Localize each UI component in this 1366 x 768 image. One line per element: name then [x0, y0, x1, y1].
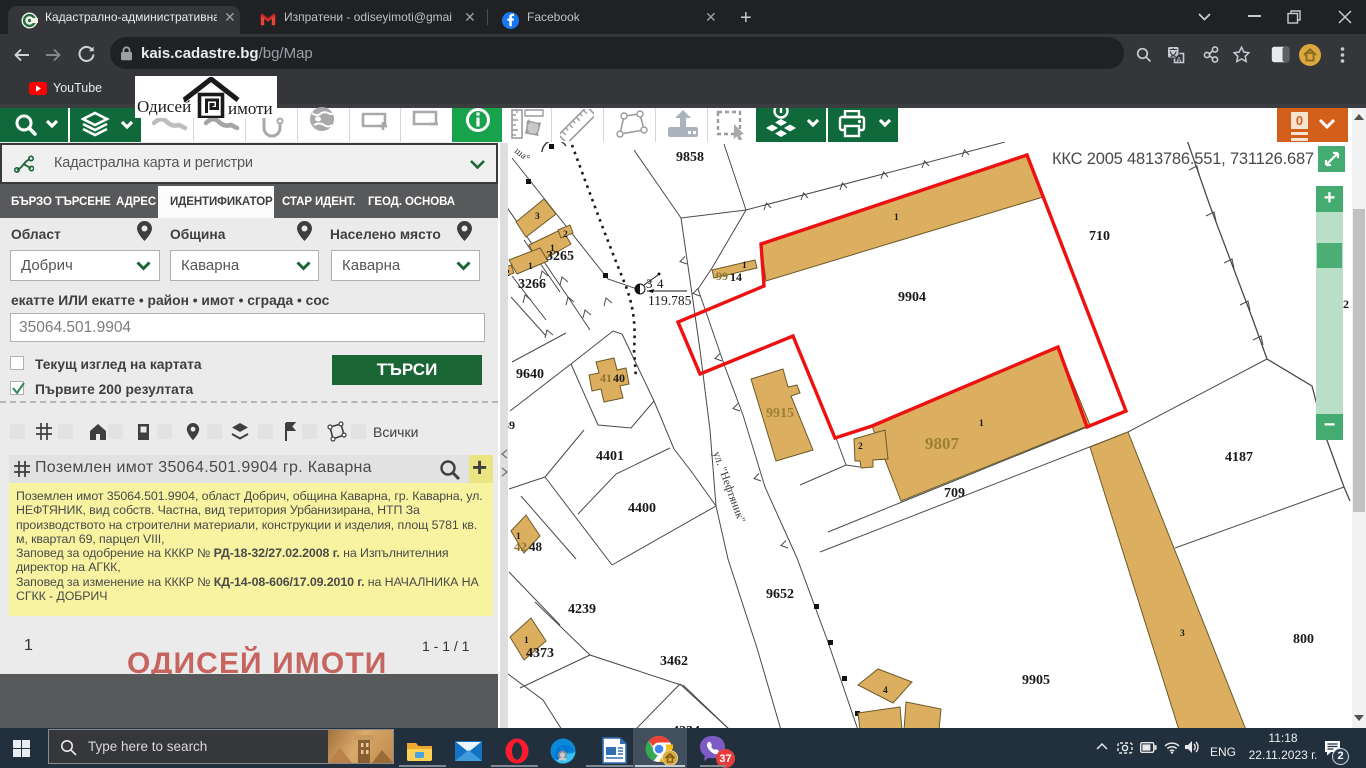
svg-text:3: 3: [535, 212, 540, 222]
svg-text:4187: 4187: [1225, 450, 1253, 465]
svg-text:3: 3: [646, 276, 653, 291]
svg-text:3266: 3266: [518, 277, 546, 292]
svg-text:2: 2: [563, 230, 568, 240]
svg-text:3: 3: [1180, 629, 1185, 639]
svg-text:4: 4: [657, 276, 664, 291]
svg-text:2: 2: [858, 442, 863, 452]
svg-text:41: 41: [600, 371, 612, 385]
svg-text:1: 1: [516, 532, 521, 542]
svg-text:1: 1: [528, 262, 533, 272]
svg-text:Всички: Всички: [373, 424, 418, 440]
svg-text:40: 40: [613, 371, 625, 385]
svg-text:4400: 4400: [628, 501, 656, 516]
svg-text:4: 4: [883, 686, 888, 696]
svg-text:9904: 9904: [898, 290, 926, 305]
svg-text:14: 14: [730, 270, 742, 284]
svg-text:ул. "Нефтяник": ул. "Нефтяник": [710, 450, 747, 525]
svg-text:9905: 9905: [1022, 673, 1050, 688]
svg-text:4373: 4373: [526, 646, 554, 661]
svg-text:99: 99: [716, 269, 728, 283]
svg-text:4401: 4401: [596, 449, 624, 464]
svg-text:4239: 4239: [568, 602, 596, 617]
svg-text:A: A: [1176, 55, 1181, 64]
svg-text:9640: 9640: [516, 367, 544, 382]
svg-text:3462: 3462: [660, 654, 688, 669]
svg-text:9915: 9915: [766, 406, 794, 421]
svg-text:9858: 9858: [676, 150, 704, 165]
svg-text:9807: 9807: [925, 434, 960, 453]
svg-text:48: 48: [529, 539, 543, 554]
svg-text:1: 1: [894, 213, 899, 223]
svg-text:710: 710: [1089, 229, 1110, 244]
svg-text:9652: 9652: [766, 587, 794, 602]
svg-text:1: 1: [742, 261, 747, 271]
svg-text:1: 1: [979, 419, 984, 429]
svg-text:1: 1: [524, 636, 529, 646]
svg-text:1: 1: [550, 244, 555, 254]
svg-text:800: 800: [1293, 632, 1314, 647]
svg-text:119.785: 119.785: [648, 293, 692, 308]
svg-text:709: 709: [944, 486, 965, 501]
